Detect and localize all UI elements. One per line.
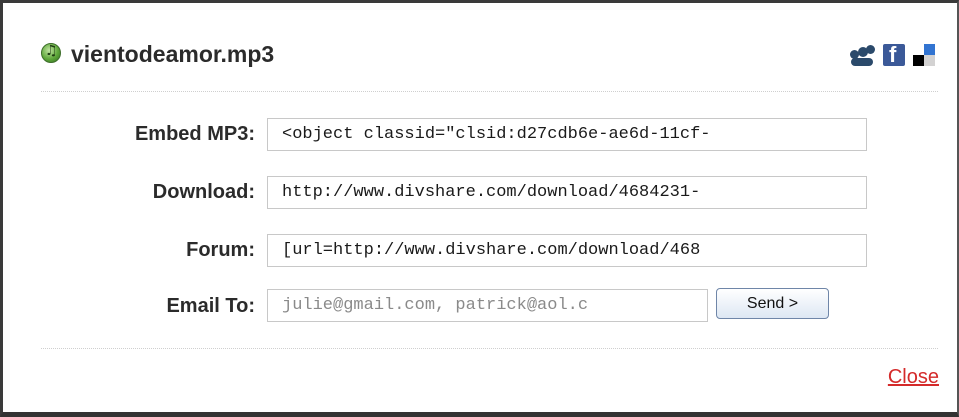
- close-link[interactable]: Close: [888, 366, 939, 389]
- embed-label: Embed MP3:: [134, 123, 255, 145]
- facebook-icon[interactable]: [883, 42, 905, 68]
- download-label: Download:: [152, 181, 255, 203]
- embed-code-field[interactable]: <object classid="clsid:d27cdb6e-ae6d-11c…: [267, 118, 867, 151]
- myspace-icon[interactable]: [849, 44, 875, 66]
- music-file-icon: [41, 43, 61, 63]
- forum-label: Forum:: [186, 239, 255, 261]
- footer-divider: [41, 348, 938, 349]
- dialog-frame: vientodeamor.mp3 Embed MP3: <object clas…: [0, 0, 959, 417]
- share-icons: [849, 42, 935, 68]
- download-link-field[interactable]: http://www.divshare.com/download/4684231…: [267, 176, 867, 209]
- email-label: Email To:: [166, 295, 255, 317]
- header-divider: [41, 91, 938, 92]
- email-to-field[interactable]: julie@gmail.com, patrick@aol.c: [267, 289, 708, 322]
- forum-code-field[interactable]: [url=http://www.divshare.com/download/46…: [267, 234, 867, 267]
- delicious-icon[interactable]: [913, 44, 935, 66]
- send-button[interactable]: Send >: [716, 288, 829, 319]
- dialog-title: vientodeamor.mp3: [71, 41, 275, 67]
